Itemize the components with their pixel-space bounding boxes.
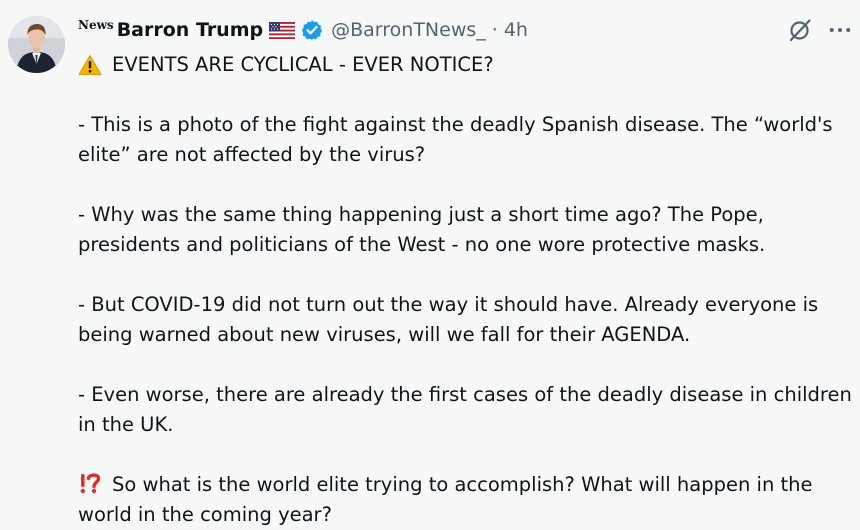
closing-text: So what is the world elite trying to acc… [78, 473, 813, 526]
separator-dot: · [491, 19, 498, 41]
heading-line: EVENTS ARE CYCLICAL - EVER NOTICE? [78, 50, 858, 80]
author-handle[interactable]: @BarronTNews_ [331, 19, 486, 41]
avatar[interactable] [8, 16, 65, 73]
timestamp[interactable]: 4h [504, 19, 528, 41]
grok-icon[interactable] [784, 14, 816, 46]
verified-badge-icon[interactable] [301, 19, 323, 41]
tweet-header: News Barron Trump @BarronTNews_ · 4h [78, 16, 528, 44]
paragraph-3: - But COVID-19 did not turn out the way … [78, 293, 819, 346]
author-name[interactable]: Barron Trump [117, 19, 263, 41]
interrobang-emoji-icon [78, 472, 102, 494]
more-icon[interactable] [824, 14, 856, 46]
paragraph-4: - Even worse, there are already the firs… [78, 383, 852, 436]
warning-emoji-icon [78, 54, 102, 76]
news-tag: News [78, 18, 114, 32]
paragraph-1: - This is a photo of the fight against t… [78, 113, 833, 166]
heading-text: EVENTS ARE CYCLICAL - EVER NOTICE? [112, 53, 494, 76]
closing-paragraph: So what is the world elite trying to acc… [78, 470, 858, 530]
paragraph-2: - Why was the same thing happening just … [78, 203, 766, 256]
us-flag-icon [269, 21, 296, 39]
profile-photo [8, 16, 65, 73]
tweet-text: EVENTS ARE CYCLICAL - EVER NOTICE? - Thi… [78, 50, 858, 530]
